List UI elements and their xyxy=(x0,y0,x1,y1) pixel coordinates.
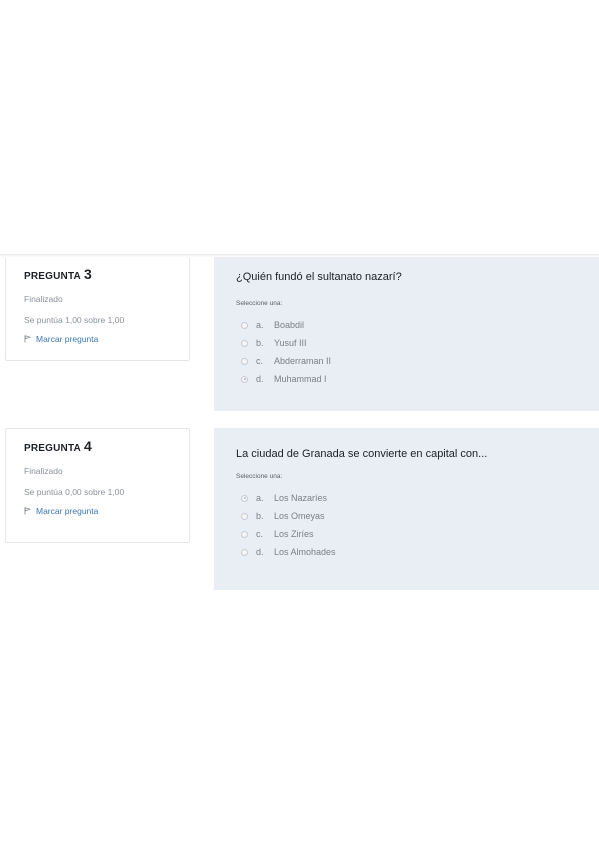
flag-question-label[interactable]: Marcar pregunta xyxy=(36,333,98,345)
radio-button[interactable] xyxy=(241,357,248,365)
answer-letter: a. xyxy=(256,493,264,503)
answer-option[interactable]: a. Boabdil xyxy=(236,316,599,334)
answer-text: Boabdil xyxy=(274,320,305,330)
flag-icon xyxy=(24,507,31,515)
answer-letter: a. xyxy=(256,320,264,330)
answer-letter: d. xyxy=(256,374,264,384)
answer-text: Los Nazaríes xyxy=(274,493,328,503)
question-info-card: PREGUNTA 4 Finalizado Se puntúa 0,00 sobr… xyxy=(5,428,190,543)
answer-list: a. Los Nazaríes b. Los Omeyas c. Los Zir… xyxy=(236,489,599,559)
question-state: Finalizado xyxy=(24,294,63,304)
answer-letter: c. xyxy=(256,529,264,539)
radio-button[interactable] xyxy=(241,548,248,556)
blank-top-area xyxy=(0,0,599,254)
question-grade: Se puntúa 1,00 sobre 1,00 xyxy=(24,315,125,325)
question-number: 4 xyxy=(83,438,92,454)
question-state: Finalizado xyxy=(24,466,63,476)
radio-button-selected[interactable] xyxy=(241,494,248,502)
flag-question-label[interactable]: Marcar pregunta xyxy=(36,505,98,517)
answer-list: a. Boabdil b. Yusuf III c. Abderraman II… xyxy=(236,316,599,388)
radio-button[interactable] xyxy=(241,512,248,520)
answer-text: Abderraman II xyxy=(274,356,332,366)
answer-letter: d. xyxy=(256,547,264,557)
question-text: La ciudad de Granada se convierte en cap… xyxy=(236,448,488,460)
question-text: ¿Quién fundó el sultanato nazarí? xyxy=(236,271,402,283)
radio-button[interactable] xyxy=(241,339,248,347)
answer-option[interactable]: c. Abderraman II xyxy=(236,352,599,370)
flag-question-link[interactable]: Marcar pregunta xyxy=(24,333,189,345)
answer-option[interactable]: a. Los Nazaríes xyxy=(236,489,599,507)
answer-letter: c. xyxy=(256,356,264,366)
answer-option[interactable]: c. Los Ziríes xyxy=(236,525,599,543)
question-grade: Se puntúa 0,00 sobre 1,00 xyxy=(24,487,125,497)
answer-prompt: Seleccione una: xyxy=(236,300,283,307)
question-number: 3 xyxy=(83,266,92,282)
answer-option[interactable]: d. Muhammad I xyxy=(236,370,599,388)
answer-letter: b. xyxy=(256,338,264,348)
quiz-review-page: PREGUNTA 3 Finalizado Se puntúa 1,00 sobr… xyxy=(0,0,599,848)
question-content-panel: ¿Quién fundó el sultanato nazarí? Selecc… xyxy=(214,257,599,411)
question-heading: PREGUNTA 4 xyxy=(24,438,92,454)
answer-text: Muhammad I xyxy=(274,374,327,384)
flag-icon xyxy=(24,335,31,343)
radio-button[interactable] xyxy=(241,530,248,538)
answer-text: Los Ziríes xyxy=(274,529,314,539)
answer-option[interactable]: b. Yusuf III xyxy=(236,334,599,352)
answer-prompt: Seleccione una: xyxy=(236,473,283,480)
question-content-panel: La ciudad de Granada se convierte en cap… xyxy=(214,428,599,590)
answer-letter: b. xyxy=(256,511,264,521)
radio-button[interactable] xyxy=(241,321,248,329)
question-info-card: PREGUNTA 3 Finalizado Se puntúa 1,00 sobr… xyxy=(5,257,190,361)
flag-question-link[interactable]: Marcar pregunta xyxy=(24,505,189,517)
answer-text: Los Omeyas xyxy=(274,511,325,521)
answer-text: Los Almohades xyxy=(274,547,336,557)
radio-button-selected[interactable] xyxy=(241,375,248,383)
answer-text: Yusuf III xyxy=(274,338,307,348)
answer-option[interactable]: d. Los Almohades xyxy=(236,543,599,559)
question-heading: PREGUNTA 3 xyxy=(24,266,92,282)
answer-option[interactable]: b. Los Omeyas xyxy=(236,507,599,525)
